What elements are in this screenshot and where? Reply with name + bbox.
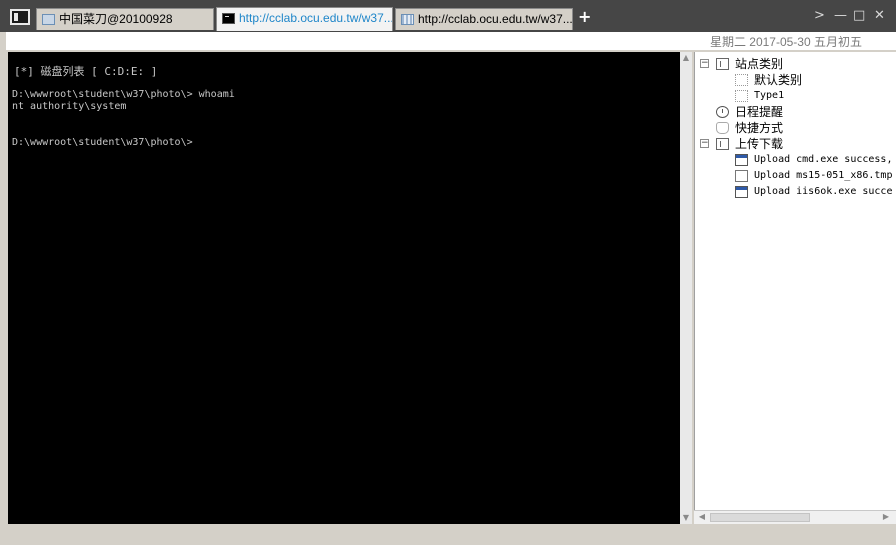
- exe-file-icon: [735, 186, 748, 198]
- tree-item-label: Upload iis6ok.exe succe: [754, 186, 893, 197]
- tab-label: 中国菜刀@20100928: [59, 12, 173, 26]
- tree-item-label: 快捷方式: [735, 121, 784, 135]
- scroll-left-icon[interactable]: ◀: [696, 511, 708, 523]
- grid-icon: [401, 14, 414, 25]
- site-icon: [716, 58, 729, 70]
- scroll-down-icon[interactable]: ▼: [680, 512, 692, 524]
- close-button[interactable]: ✕: [874, 8, 885, 23]
- scroll-up-icon[interactable]: ▲: [680, 52, 692, 64]
- tree-item-label: Upload ms15-051_x86.tmp: [754, 170, 893, 181]
- scroll-thumb[interactable]: [710, 513, 810, 522]
- category-icon: [735, 90, 748, 102]
- tree-horizontal-scrollbar[interactable]: ◀ ▶: [694, 510, 896, 524]
- maximize-button[interactable]: □: [853, 8, 865, 23]
- exe-file-icon: [735, 154, 748, 166]
- virtual-terminal[interactable]: [*] 磁盘列表 [ C:D:E: ] D:\wwwroot\student\w…: [8, 52, 680, 524]
- console-prompt: D:\wwwroot\student\w37\photo\>: [12, 137, 193, 148]
- console-line: D:\wwwroot\student\w37\photo\> whoami: [12, 89, 235, 100]
- tree-item-label: Type1: [754, 90, 785, 101]
- file-icon: [735, 170, 748, 182]
- minimize-button[interactable]: —: [834, 8, 847, 23]
- tab-filemanager[interactable]: http://cclab.ocu.edu.tw/w37...: [395, 8, 573, 30]
- tree-item-schedule[interactable]: 日程提醒: [695, 104, 895, 120]
- tree-item-site-category[interactable]: − 站点类别: [695, 56, 895, 72]
- tree-item-upload-log[interactable]: Upload iis6ok.exe succe: [695, 184, 896, 200]
- tab-label: http://cclab.ocu.edu.tw/w37...: [239, 11, 393, 25]
- tree-item-label: Upload cmd.exe success,: [754, 154, 893, 165]
- tab-caidao[interactable]: 中国菜刀@20100928: [36, 8, 214, 30]
- chevron-right-icon[interactable]: >: [814, 8, 825, 23]
- tree-item-shortcuts[interactable]: 快捷方式: [695, 120, 895, 136]
- document-icon: [42, 14, 55, 25]
- status-bar: [0, 524, 896, 545]
- collapse-icon[interactable]: −: [700, 59, 709, 68]
- date-display: 星期二 2017-05-30 五月初五: [709, 35, 862, 49]
- tree-item-type1[interactable]: Type1: [695, 88, 895, 104]
- console-line: [*] 磁盘列表 [ C:D:E: ]: [14, 65, 158, 78]
- tree-item-label: 日程提醒: [735, 105, 784, 119]
- category-icon: [735, 74, 748, 86]
- cmd-icon: [222, 13, 235, 24]
- collapse-icon[interactable]: −: [700, 139, 709, 148]
- tree-item-label: 站点类别: [735, 57, 784, 71]
- tab-console-active[interactable]: http://cclab.ocu.edu.tw/w37...: [216, 7, 393, 31]
- hand-icon: [716, 122, 729, 134]
- add-tab-button[interactable]: +: [578, 9, 591, 25]
- tab-label: http://cclab.ocu.edu.tw/w37...: [418, 12, 573, 26]
- folder-icon: [716, 138, 729, 150]
- app-menu-icon[interactable]: [10, 9, 30, 25]
- scroll-right-icon[interactable]: ▶: [880, 511, 892, 523]
- console-scrollbar[interactable]: ▲ ▼: [680, 52, 692, 524]
- tree-item-default-category[interactable]: 默认类别: [695, 72, 895, 88]
- clock-icon: [716, 106, 729, 118]
- tree-item-upload-download[interactable]: − 上传下载: [695, 136, 895, 152]
- tree-item-label: 上传下载: [735, 137, 784, 151]
- tree-item-upload-log[interactable]: Upload ms15-051_x86.tmp: [695, 168, 896, 184]
- title-bar: 中国菜刀@20100928 http://cclab.ocu.edu.tw/w3…: [0, 0, 896, 32]
- console-line: nt authority\system: [12, 101, 127, 112]
- tree-item-label: 默认类别: [754, 73, 803, 87]
- sidebar-tree: − 站点类别 默认类别 Type1 日程提醒 快捷方式 − 上传下载 Uploa…: [694, 52, 896, 524]
- tree-item-upload-log[interactable]: Upload cmd.exe success,: [695, 152, 896, 168]
